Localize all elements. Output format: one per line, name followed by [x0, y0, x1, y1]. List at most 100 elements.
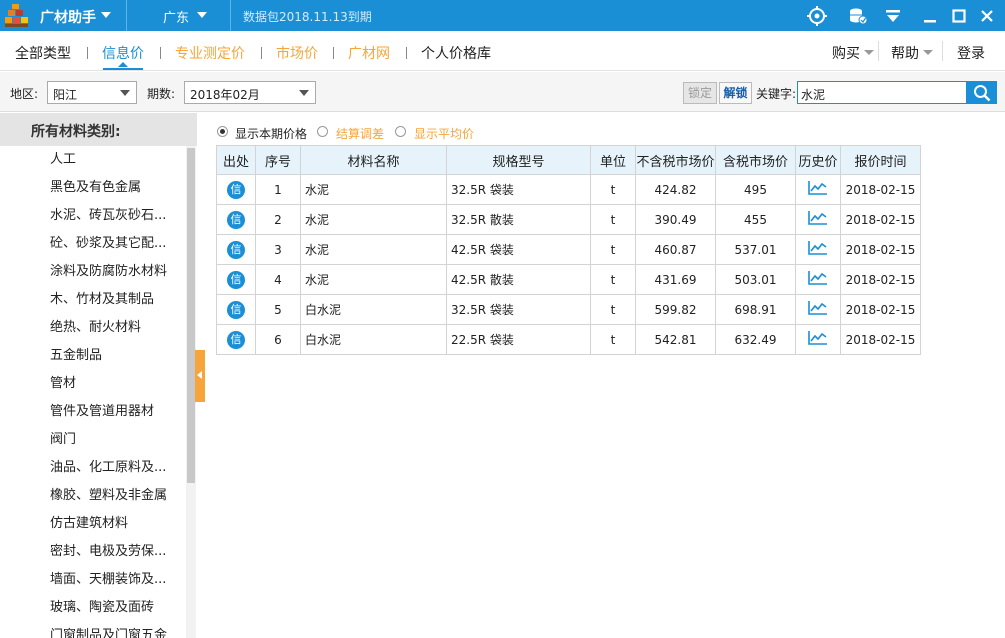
app-menu-caret-icon[interactable] [101, 12, 111, 18]
period-select[interactable]: 2018年02月 [184, 81, 316, 104]
table-row[interactable]: 信 5 白水泥 32.5R 袋装 t 599.82 698.91 2018-02-15 [216, 294, 921, 325]
source-cell[interactable]: 信 [216, 234, 256, 265]
column-header[interactable]: 含税市场价 [715, 145, 796, 175]
show-current-radio[interactable] [217, 126, 228, 137]
source-badge-icon[interactable]: 信 [227, 300, 245, 319]
sidebar-category-item[interactable]: 管件及管道用器材 [0, 398, 186, 426]
show-current-label[interactable]: 显示本期价格 [235, 125, 307, 142]
chevron-down-icon[interactable] [120, 90, 130, 96]
column-header[interactable]: 不含税市场价 [635, 145, 716, 175]
sidebar-category-item[interactable]: 木、竹材及其制品 [0, 286, 186, 314]
tab-all-types[interactable]: 全部类型 [15, 43, 71, 63]
sidebar-category-item[interactable]: 五金制品 [0, 342, 186, 370]
divider [126, 0, 127, 31]
column-header[interactable]: 材料名称 [300, 145, 447, 175]
history-price-cell[interactable] [795, 264, 841, 295]
region-selector[interactable]: 广东 [163, 7, 189, 26]
history-chart-icon[interactable] [808, 330, 828, 346]
source-cell[interactable]: 信 [216, 204, 256, 235]
column-header[interactable]: 历史价 [795, 145, 841, 175]
sidebar-category-item[interactable]: 阀门 [0, 426, 186, 454]
source-cell[interactable]: 信 [216, 264, 256, 295]
history-price-cell[interactable] [795, 174, 841, 205]
unlock-button[interactable]: 解锁 [719, 82, 752, 104]
sidebar-category-item[interactable]: 水泥、砖瓦灰砂石... [0, 202, 186, 230]
history-price-cell[interactable] [795, 324, 841, 355]
sidebar-category-item[interactable]: 橡胶、塑料及非金属 [0, 482, 186, 510]
chevron-down-icon[interactable] [299, 90, 309, 96]
sidebar-category-item[interactable]: 管材 [0, 370, 186, 398]
close-icon[interactable] [975, 4, 999, 28]
unit: t [590, 264, 636, 295]
history-chart-icon[interactable] [808, 210, 828, 226]
sidebar-category-item[interactable]: 仿古建筑材料 [0, 510, 186, 538]
area-select[interactable]: 阳江 [47, 81, 137, 104]
search-button[interactable] [967, 81, 997, 104]
unit: t [590, 294, 636, 325]
download-icon[interactable] [881, 4, 905, 28]
tab-professional-price[interactable]: 专业测定价 [175, 43, 245, 63]
history-chart-icon[interactable] [808, 300, 828, 316]
source-cell[interactable]: 信 [216, 294, 256, 325]
sidebar-category-item[interactable]: 玻璃、陶瓷及面砖 [0, 594, 186, 622]
history-chart-icon[interactable] [808, 240, 828, 256]
maximize-icon[interactable] [947, 4, 971, 28]
source-badge-icon[interactable]: 信 [227, 240, 245, 259]
region-caret-icon[interactable] [197, 12, 207, 18]
buy-menu[interactable]: 购买 [832, 43, 860, 63]
tab-personal-price-library[interactable]: 个人价格库 [421, 43, 491, 63]
app-name[interactable]: 广材助手 [40, 7, 96, 27]
sidebar-category-item[interactable]: 砼、砂浆及其它配... [0, 230, 186, 258]
source-badge-icon[interactable]: 信 [227, 210, 245, 229]
settlement-label[interactable]: 结算调差 [336, 125, 384, 142]
help-caret-icon[interactable] [923, 50, 933, 55]
target-icon[interactable] [805, 4, 829, 28]
login-button[interactable]: 登录 [957, 43, 985, 63]
source-badge-icon[interactable]: 信 [227, 330, 245, 349]
sidebar-category-item[interactable]: 墙面、天棚装饰及... [0, 566, 186, 594]
database-icon[interactable] [846, 4, 870, 28]
column-header[interactable]: 序号 [255, 145, 301, 175]
row-number: 6 [255, 324, 301, 355]
table-row[interactable]: 信 6 白水泥 22.5R 袋装 t 542.81 632.49 2018-02-15 [216, 324, 921, 355]
history-price-cell[interactable] [795, 234, 841, 265]
column-header[interactable]: 单位 [590, 145, 636, 175]
tab-market-price[interactable]: 市场价 [276, 43, 318, 63]
lock-button[interactable]: 锁定 [683, 82, 717, 104]
tab-gcw[interactable]: 广材网 [348, 43, 390, 63]
column-header[interactable]: 报价时间 [840, 145, 921, 175]
sidebar-category-item[interactable]: 涂料及防腐防水材料 [0, 258, 186, 286]
keyword-input[interactable]: 水泥 [797, 81, 967, 104]
collapse-sidebar-button[interactable] [195, 350, 205, 402]
sidebar-category-item[interactable]: 密封、电极及劳保... [0, 538, 186, 566]
sidebar-category-item[interactable]: 人工 [0, 146, 186, 174]
history-chart-icon[interactable] [808, 180, 828, 196]
history-price-cell[interactable] [795, 204, 841, 235]
source-badge-icon[interactable]: 信 [227, 180, 245, 199]
history-chart-icon[interactable] [808, 270, 828, 286]
source-badge-icon[interactable]: 信 [227, 270, 245, 289]
settlement-radio[interactable] [317, 126, 328, 137]
sidebar-category-item[interactable]: 门窗制品及门窗五金 [0, 622, 186, 638]
history-price-cell[interactable] [795, 294, 841, 325]
column-header[interactable]: 出处 [216, 145, 256, 175]
sidebar-scroll-thumb[interactable] [187, 148, 195, 483]
table-row[interactable]: 信 3 水泥 42.5R 袋装 t 460.87 537.01 2018-02-15 [216, 234, 921, 265]
minimize-icon[interactable] [918, 4, 942, 28]
tab-info-price[interactable]: 信息价 [102, 43, 144, 63]
table-row[interactable]: 信 1 水泥 32.5R 袋装 t 424.82 495 2018-02-15 [216, 174, 921, 205]
sidebar-category-item[interactable]: 绝热、耐火材料 [0, 314, 186, 342]
show-average-label[interactable]: 显示平均价 [414, 125, 474, 142]
table-row[interactable]: 信 4 水泥 42.5R 散装 t 431.69 503.01 2018-02-15 [216, 264, 921, 295]
column-header[interactable]: 规格型号 [446, 145, 591, 175]
buy-caret-icon[interactable] [864, 50, 874, 55]
help-menu[interactable]: 帮助 [891, 43, 919, 63]
source-cell[interactable]: 信 [216, 324, 256, 355]
divider [406, 47, 407, 59]
sidebar-category-item[interactable]: 油品、化工原料及... [0, 454, 186, 482]
source-cell[interactable]: 信 [216, 174, 256, 205]
table-row[interactable]: 信 2 水泥 32.5R 散装 t 390.49 455 2018-02-15 [216, 204, 921, 235]
show-average-radio[interactable] [395, 126, 406, 137]
sidebar-category-item[interactable]: 黑色及有色金属 [0, 174, 186, 202]
price-excl-tax: 424.82 [635, 174, 716, 205]
